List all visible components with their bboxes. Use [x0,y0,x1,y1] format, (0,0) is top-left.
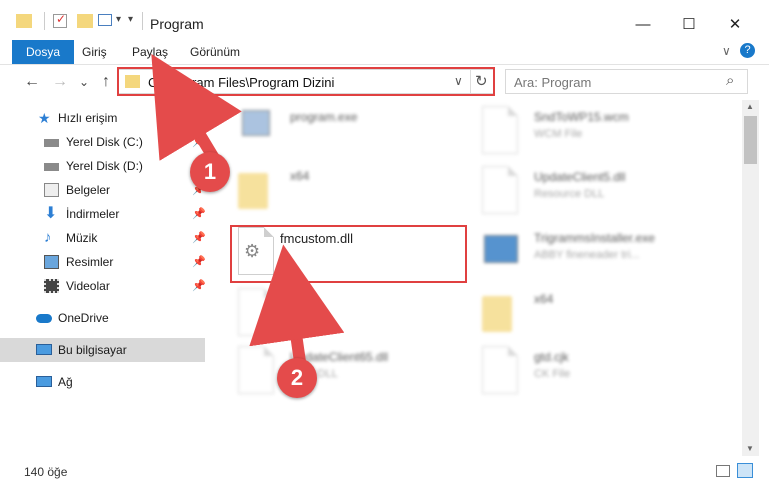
arrow-to-address-bar [151,53,242,164]
arrow-to-file [249,244,345,363]
step-1-badge: 1 [190,152,230,192]
step-2-badge: 2 [277,358,317,398]
annotation-arrows [151,53,345,363]
